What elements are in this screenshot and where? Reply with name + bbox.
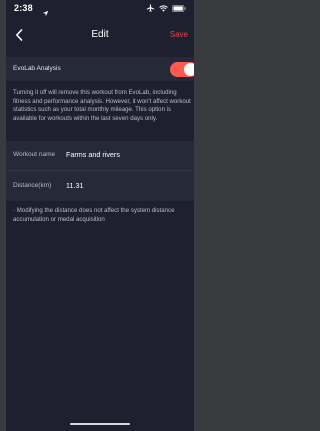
location-arrow-icon [42,4,49,17]
home-indicator [70,423,130,425]
distance-row: Distance(km) [6,172,194,200]
save-button[interactable]: Save [170,30,188,39]
evolab-description: Turning it off will remove this workout … [13,89,191,123]
edit-screen: 2:38 Edit Save EvoLab Analysis Turning i… [6,0,194,431]
back-button[interactable] [12,27,26,43]
battery-icon [172,4,186,12]
status-time: 2:38 [14,3,33,13]
distance-input[interactable] [66,178,188,193]
chevron-left-icon [16,29,23,41]
evolab-analysis-row: EvoLab Analysis [6,57,194,81]
airplane-icon [146,4,155,12]
workout-form: Workout name Distance(km) [6,141,194,201]
nav-bar: Edit Save [6,22,194,48]
status-bar: 2:38 [6,0,194,20]
status-icons [146,4,186,12]
workout-name-label: Workout name [13,151,56,158]
toggle-knob [184,63,194,76]
workout-name-row: Workout name [6,141,194,169]
distance-note: · Modifying the distance does not affect… [13,207,175,223]
page-title: Edit [91,29,109,40]
distance-label: Distance(km) [13,182,52,189]
workout-name-input[interactable] [66,147,188,162]
evolab-analysis-toggle[interactable] [170,62,194,77]
wifi-icon [159,4,168,12]
divider [6,170,194,171]
evolab-analysis-label: EvoLab Analysis [13,65,61,72]
